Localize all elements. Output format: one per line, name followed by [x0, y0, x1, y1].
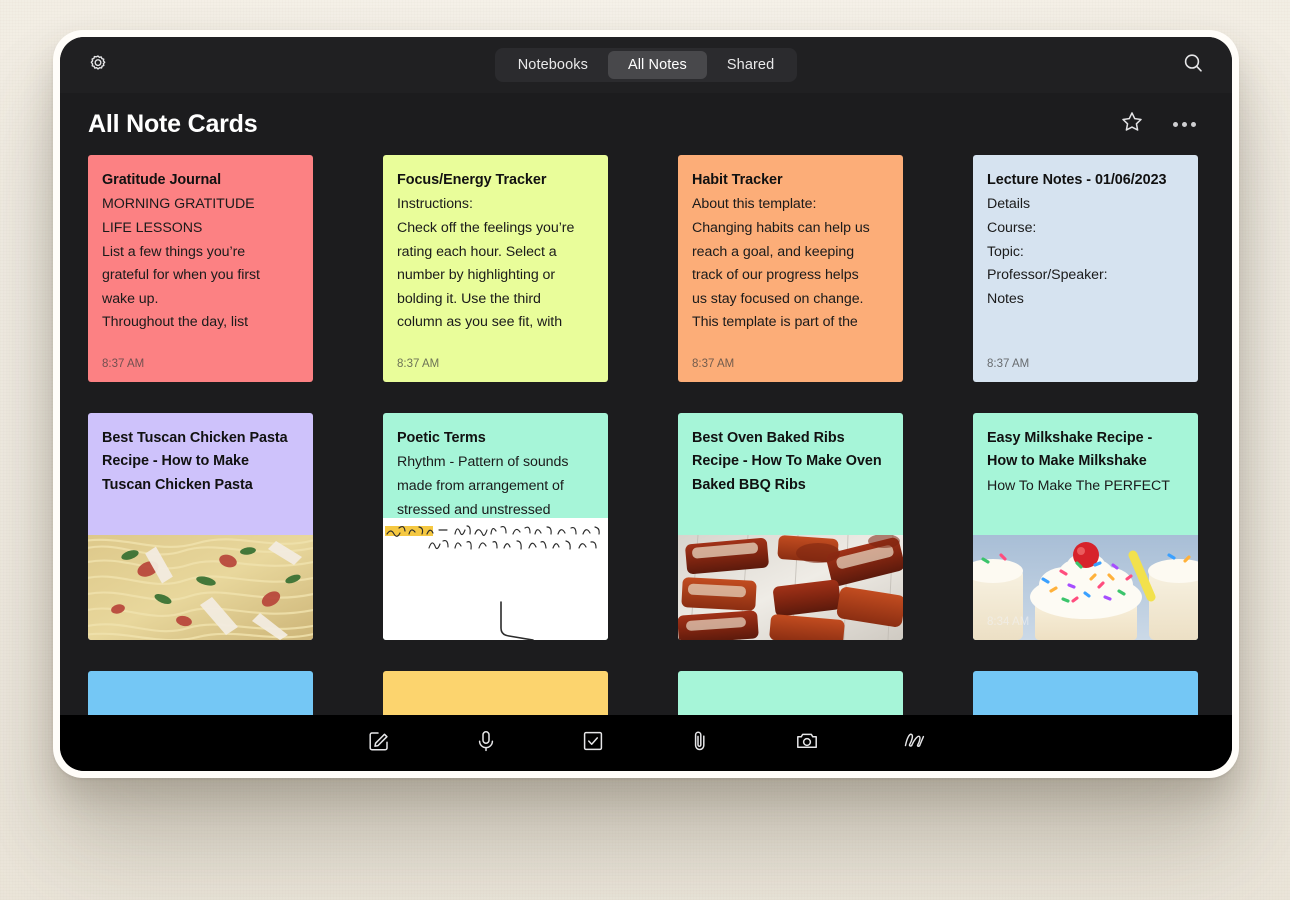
note-card-line: number by highlighting or — [397, 267, 556, 284]
note-card-body: Lecture Notes - 01/06/2023 Details Cours… — [973, 155, 1198, 311]
note-card-line: bolding it. Use the third — [397, 290, 541, 307]
note-card[interactable] — [383, 671, 608, 715]
note-card-line: rating each hour. Select a — [397, 243, 557, 260]
note-cards-grid: Gratitude Journal MORNING GRATITUDE LIFE… — [88, 155, 1204, 715]
note-cards-board[interactable]: Gratitude Journal MORNING GRATITUDE LIFE… — [60, 155, 1232, 715]
note-card-line: Topic: — [987, 243, 1024, 260]
note-card-line: About this template: — [692, 196, 817, 213]
attach-button[interactable] — [683, 726, 717, 760]
tablet-device-frame: Notebooks All Notes Shared All Note Card… — [53, 30, 1239, 778]
note-card-line: grateful for when you first — [102, 267, 260, 284]
note-card-timestamp: 8:37 AM — [987, 358, 1030, 370]
tab-all-notes[interactable]: All Notes — [607, 50, 707, 80]
search-icon — [1181, 51, 1205, 80]
note-card-title: Best Tuscan Chicken Pasta Recipe - How t… — [102, 430, 288, 493]
star-icon — [1119, 109, 1145, 140]
settings-button[interactable] — [83, 50, 113, 80]
note-card-timestamp: 8:37 AM — [397, 358, 440, 370]
search-button[interactable] — [1178, 50, 1208, 80]
note-card-thumbnail-handwriting — [383, 518, 608, 640]
note-card-line: Instructions: — [397, 196, 473, 213]
note-card[interactable]: Lecture Notes - 01/06/2023 Details Cours… — [973, 155, 1198, 382]
note-card-title: Habit Tracker — [692, 172, 783, 188]
note-card-line: Course: — [987, 220, 1037, 237]
note-card-line: Rhythm - Pattern of sounds — [397, 454, 569, 471]
page-title: All Note Cards — [88, 109, 258, 138]
note-card-body: Easy Milkshake Recipe - How to Make Milk… — [973, 413, 1198, 499]
note-card-timestamp: 8:37 AM — [692, 358, 735, 370]
audio-button[interactable] — [469, 726, 503, 760]
note-card-line: This template is part of the — [692, 314, 858, 331]
note-card-title: Gratitude Journal — [102, 172, 222, 188]
note-card-thumbnail-pasta — [88, 535, 313, 640]
note-card[interactable]: Habit Tracker About this template: Chang… — [678, 155, 903, 382]
note-card-line: How To Make The PERFECT — [987, 477, 1170, 494]
note-card-title: Poetic Terms — [397, 430, 486, 446]
microphone-icon — [474, 729, 498, 758]
note-card-line: column as you see fit, with — [397, 314, 563, 331]
header-actions — [1118, 110, 1198, 138]
screenshot-stage: Notebooks All Notes Shared All Note Card… — [0, 0, 1290, 900]
compose-button[interactable] — [362, 726, 396, 760]
note-card-body: Best Oven Baked Ribs Recipe - How To Mak… — [678, 413, 903, 497]
view-segmented-control[interactable]: Notebooks All Notes Shared — [494, 47, 798, 83]
note-card-body: Habit Tracker About this template: Chang… — [678, 155, 903, 335]
note-card[interactable]: Focus/Energy Tracker Instructions: Check… — [383, 155, 608, 382]
note-card-title: Easy Milkshake Recipe - How to Make Milk… — [987, 430, 1153, 470]
gear-icon — [87, 52, 109, 79]
note-card-line: MORNING GRATITUDE — [102, 196, 255, 213]
note-card-line: made from arrangement of — [397, 478, 564, 495]
note-card[interactable]: Best Tuscan Chicken Pasta Recipe - How t… — [88, 413, 313, 640]
note-card[interactable]: Easy Milkshake Recipe - How to Make Milk… — [973, 413, 1198, 640]
note-card-body: Poetic Terms Rhythm - Pattern of sounds … — [383, 413, 608, 522]
tab-notebooks[interactable]: Notebooks — [498, 51, 608, 80]
tablet-screen: Notebooks All Notes Shared All Note Card… — [60, 37, 1232, 771]
page-header: All Note Cards — [60, 93, 1232, 155]
more-options-button[interactable] — [1170, 110, 1198, 138]
note-card-line: wake up. — [102, 290, 159, 307]
note-card[interactable]: Poetic Terms Rhythm - Pattern of sounds … — [383, 413, 608, 640]
note-card-timestamp: 8:37 AM — [102, 358, 145, 370]
note-card-line: us stay focused on change. — [692, 290, 864, 307]
note-card-body: Gratitude Journal MORNING GRATITUDE LIFE… — [88, 155, 313, 335]
bottom-toolbar-items — [362, 726, 931, 760]
note-card[interactable] — [973, 671, 1198, 715]
scribble-icon — [901, 728, 927, 759]
checkbox-icon — [581, 729, 605, 758]
tab-shared[interactable]: Shared — [707, 51, 794, 80]
note-card-line: Throughout the day, list — [102, 314, 249, 331]
camera-icon — [795, 729, 819, 758]
checklist-button[interactable] — [576, 726, 610, 760]
bottom-toolbar — [60, 715, 1232, 771]
note-card-line: Professor/Speaker: — [987, 267, 1108, 284]
note-card[interactable] — [88, 671, 313, 715]
note-card-line: Notes — [987, 290, 1024, 307]
note-card-line: Check off the feelings you’re — [397, 220, 575, 237]
note-card[interactable]: Best Oven Baked Ribs Recipe - How To Mak… — [678, 413, 903, 640]
note-card-line: List a few things you’re — [102, 243, 246, 260]
note-card-line: track of our progress helps — [692, 267, 859, 284]
more-options-icon — [1172, 121, 1196, 127]
note-card-title: Lecture Notes - 01/06/2023 — [987, 172, 1167, 188]
note-card-body: Best Tuscan Chicken Pasta Recipe - How t… — [88, 413, 313, 497]
app-top-bar: Notebooks All Notes Shared — [60, 37, 1232, 93]
note-card-line: reach a goal, and keeping — [692, 243, 855, 260]
camera-button[interactable] — [790, 726, 824, 760]
paperclip-icon — [688, 729, 712, 758]
note-card-line: LIFE LESSONS — [102, 220, 203, 237]
note-card-line: Changing habits can help us — [692, 220, 870, 237]
scribble-button[interactable] — [897, 726, 931, 760]
note-card[interactable] — [678, 671, 903, 715]
note-card-title: Focus/Energy Tracker — [397, 172, 547, 188]
note-card-body: Focus/Energy Tracker Instructions: Check… — [383, 155, 608, 335]
compose-icon — [367, 729, 391, 758]
note-card-thumbnail-ribs — [678, 535, 903, 640]
favorite-button[interactable] — [1118, 110, 1146, 138]
note-card[interactable]: Gratitude Journal MORNING GRATITUDE LIFE… — [88, 155, 313, 382]
note-card-line: Details — [987, 196, 1031, 213]
note-card-title: Best Oven Baked Ribs Recipe - How To Mak… — [692, 430, 882, 493]
note-card-timestamp: 8:34 AM — [987, 616, 1030, 628]
